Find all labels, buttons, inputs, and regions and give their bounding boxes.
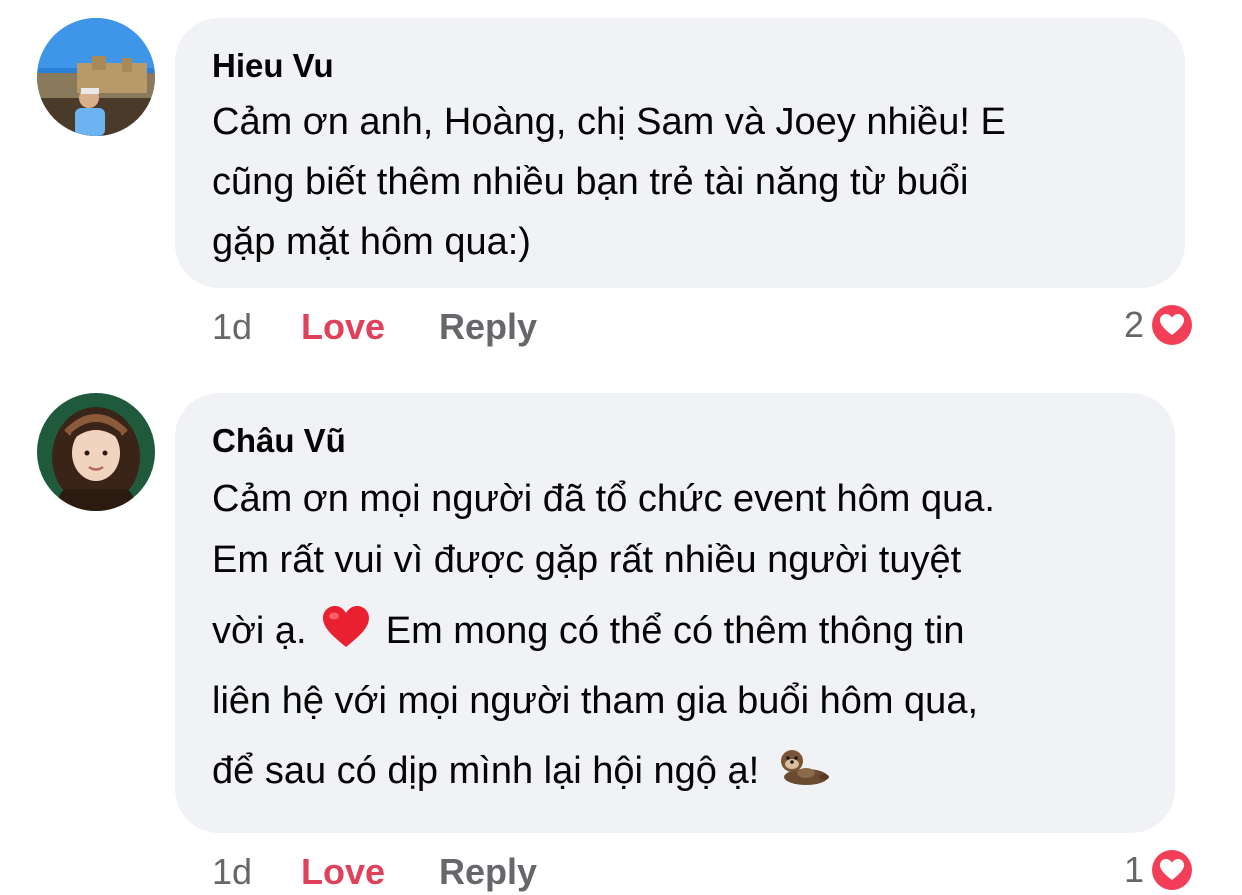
reaction-count: 1 (1124, 849, 1145, 890)
love-button[interactable]: Love (301, 305, 385, 349)
comment-text-line: để sau có dịp mình lại hội ngộ ạ! (212, 731, 1145, 811)
comment-text-line: Cảm ơn mọi người đã tổ chức event hôm qu… (212, 478, 995, 520)
comment-text: Cảm ơn anh, Hoàng, chị Sam và Joey nhiều… (212, 92, 1155, 272)
comment-bubble: Hieu Vu Cảm ơn anh, Hoàng, chị Sam và Jo… (175, 18, 1185, 288)
comment-thread: Hieu Vu Cảm ơn anh, Hoàng, chị Sam và Jo… (0, 0, 1242, 895)
comment-text: Cảm ơn mọi người đã tổ chức event hôm qu… (212, 469, 1145, 811)
comment-timestamp[interactable]: 1d (212, 850, 252, 894)
red-heart-icon (323, 606, 370, 647)
otter-icon (780, 750, 829, 785)
comment-timestamp[interactable]: 1d (212, 305, 252, 349)
comment-text-segment: vời ạ. (212, 610, 307, 652)
comment-text-line: cũng biết thêm nhiều bạn trẻ tài năng từ… (212, 161, 969, 203)
comment-text-line: Em rất vui vì được gặp rất nhiều người t… (212, 539, 962, 581)
comment-text-line: gặp mặt hôm qua:) (212, 221, 531, 263)
comment-bubble: Châu Vũ Cảm ơn mọi người đã tổ chức even… (175, 393, 1175, 833)
heart-reaction-icon (1149, 302, 1196, 348)
comment-text-segment: Em mong có thể có thêm thông tin (385, 610, 965, 652)
comment-author[interactable]: Hieu Vu (212, 46, 1155, 86)
heart-reaction-icon (1149, 847, 1196, 893)
avatar-hieu-vu[interactable] (37, 18, 155, 136)
comment-text-line: Cảm ơn anh, Hoàng, chị Sam và Joey nhiều… (212, 101, 1006, 143)
comment-text-segment: để sau có dịp mình lại hội ngộ ạ! (212, 750, 760, 792)
reaction-count: 2 (1124, 304, 1145, 345)
avatar-chau-vu[interactable] (37, 393, 155, 511)
reaction-summary[interactable]: 2 (1124, 301, 1196, 349)
reply-button[interactable]: Reply (439, 850, 537, 894)
reply-button[interactable]: Reply (439, 305, 537, 349)
comment-text-line: liên hệ với mọi người tham gia buổi hôm … (212, 680, 979, 722)
love-button[interactable]: Love (301, 850, 385, 894)
comment-author[interactable]: Châu Vũ (212, 421, 1145, 461)
comment-text-line: vời ạ. Em mong có thể có thêm thông tin (212, 591, 1145, 671)
reaction-summary[interactable]: 1 (1124, 846, 1196, 894)
